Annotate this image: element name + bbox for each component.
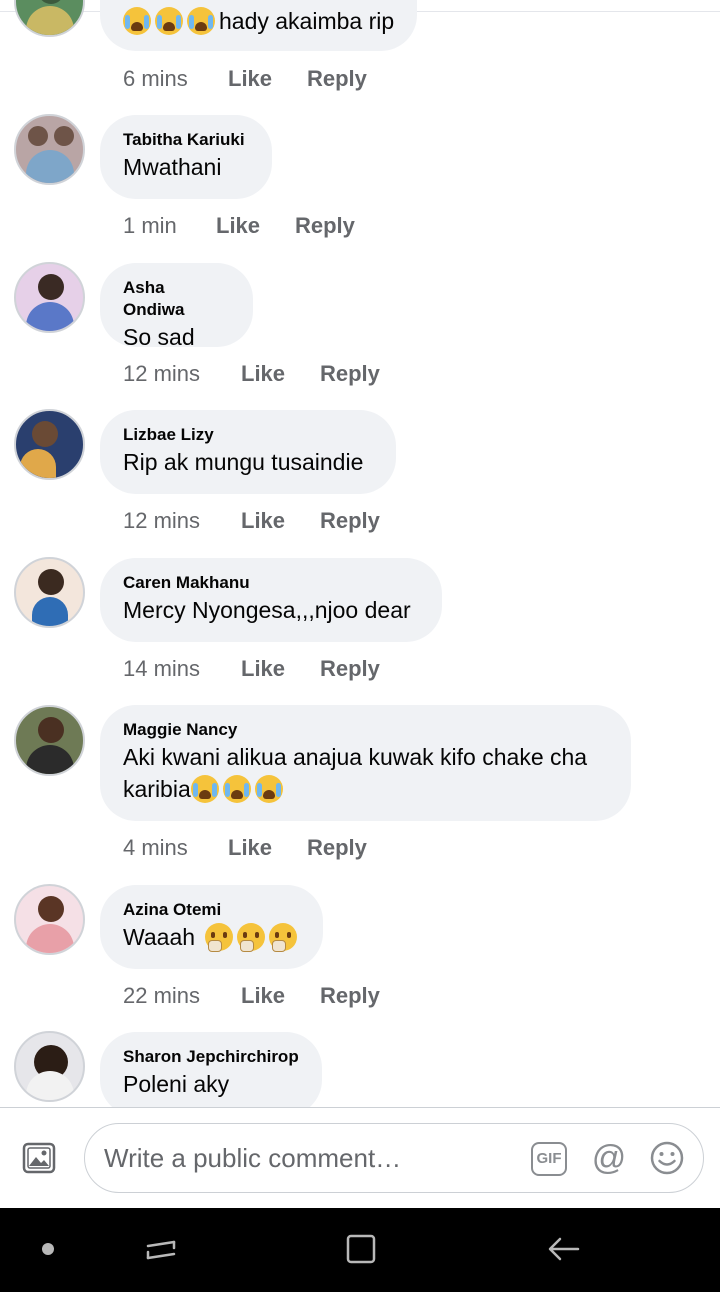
- like-button[interactable]: Like: [228, 833, 272, 863]
- comment-author[interactable]: Lizbae Lizy: [123, 424, 373, 446]
- thinking-emoji-icon: [237, 923, 266, 952]
- reply-button[interactable]: Reply: [320, 506, 380, 536]
- comment-time[interactable]: 12 mins: [123, 506, 200, 536]
- comment-composer: Write a public comment… GIF @: [0, 1108, 720, 1208]
- dot-icon[interactable]: [42, 1243, 54, 1255]
- crying-emoji-icon: [254, 775, 283, 803]
- comment-author[interactable]: Maggie Nancy: [123, 719, 608, 741]
- comment-time[interactable]: 4 mins: [123, 833, 188, 863]
- comments-list[interactable]: hady akaimba rip 6 mins Like Reply Tabit…: [0, 0, 720, 1108]
- comment-author[interactable]: Asha Ondiwa: [123, 277, 230, 321]
- reply-button[interactable]: Reply: [307, 64, 367, 94]
- reply-button[interactable]: Reply: [320, 359, 380, 389]
- comment-author[interactable]: Azina Otemi: [123, 899, 300, 921]
- comment-text: hady akaimba rip: [123, 5, 394, 37]
- like-button[interactable]: Like: [241, 359, 285, 389]
- reply-button[interactable]: Reply: [320, 981, 380, 1011]
- avatar[interactable]: [14, 409, 85, 480]
- avatar[interactable]: [14, 0, 85, 37]
- avatar[interactable]: [14, 705, 85, 776]
- comment-bubble[interactable]: Caren Makhanu Mercy Nyongesa,,,njoo dear: [100, 558, 442, 642]
- like-button[interactable]: Like: [228, 64, 272, 94]
- back-icon[interactable]: [546, 1232, 582, 1266]
- emoji-icon[interactable]: [649, 1140, 685, 1176]
- comment-text-value: hady akaimba rip: [219, 8, 395, 34]
- comment-bubble[interactable]: Lizbae Lizy Rip ak mungu tusaindie: [100, 410, 396, 494]
- comment-bubble[interactable]: Tabitha Kariuki Mwathani: [100, 115, 272, 199]
- comment-time[interactable]: 1 min: [123, 211, 177, 241]
- comment-author[interactable]: Caren Makhanu: [123, 572, 419, 594]
- reply-button[interactable]: Reply: [307, 833, 367, 863]
- thinking-emoji-icon: [205, 923, 234, 952]
- comment-bubble[interactable]: Maggie Nancy Aki kwani alikua anajua kuw…: [100, 705, 631, 821]
- crying-emoji-icon: [123, 7, 151, 35]
- comment-text: So sad: [123, 324, 195, 350]
- comment-input[interactable]: Write a public comment… GIF @: [84, 1123, 704, 1193]
- avatar[interactable]: [14, 114, 85, 185]
- comment-time[interactable]: 6 mins: [123, 64, 188, 94]
- comment-text: Mwathani: [123, 154, 222, 180]
- gif-icon[interactable]: GIF: [531, 1142, 567, 1176]
- recent-apps-icon[interactable]: [144, 1232, 178, 1266]
- comment-text: Aki kwani alikua anajua kuwak kifo chake…: [123, 741, 608, 805]
- crying-emoji-icon: [187, 7, 215, 35]
- comment-author[interactable]: Sharon Jepchirchirop: [123, 1046, 299, 1068]
- photo-icon[interactable]: [20, 1140, 60, 1176]
- comment-bubble[interactable]: Asha Ondiwa So sad: [100, 263, 253, 350]
- comment-text-value: Waaah: [123, 924, 196, 950]
- avatar[interactable]: [14, 557, 85, 628]
- avatar[interactable]: [14, 262, 85, 333]
- comment-bubble[interactable]: Sharon Jepchirchirop Poleni aky: [100, 1032, 322, 1108]
- comment-author[interactable]: Tabitha Kariuki: [123, 129, 249, 151]
- avatar[interactable]: [14, 1031, 85, 1102]
- comment-text: Mercy Nyongesa,,,njoo dear: [123, 597, 411, 623]
- reply-button[interactable]: Reply: [320, 654, 380, 684]
- comment-bubble[interactable]: hady akaimba rip: [100, 0, 418, 51]
- comment-time[interactable]: 14 mins: [123, 654, 200, 684]
- crying-emoji-icon: [222, 775, 251, 803]
- comment-text: Rip ak mungu tusaindie: [123, 449, 364, 475]
- like-button[interactable]: Like: [216, 211, 260, 241]
- thinking-emoji-icon: [269, 923, 298, 952]
- mention-icon[interactable]: @: [591, 1140, 627, 1176]
- comment-input-placeholder: Write a public comment…: [104, 1143, 402, 1173]
- like-button[interactable]: Like: [241, 506, 285, 536]
- system-navigation-bar: [0, 1208, 720, 1292]
- like-button[interactable]: Like: [241, 981, 285, 1011]
- home-icon[interactable]: [344, 1232, 378, 1266]
- like-button[interactable]: Like: [241, 654, 285, 684]
- comment-time[interactable]: 12 mins: [123, 359, 200, 389]
- comment-time[interactable]: 22 mins: [123, 981, 200, 1011]
- comment-bubble[interactable]: Azina Otemi Waaah: [100, 885, 323, 969]
- crying-emoji-icon: [190, 775, 219, 803]
- comment-text: Poleni aky: [123, 1071, 230, 1097]
- comment-text: Waaah: [123, 921, 300, 953]
- crying-emoji-icon: [155, 7, 183, 35]
- reply-button[interactable]: Reply: [295, 211, 355, 241]
- avatar[interactable]: [14, 884, 85, 955]
